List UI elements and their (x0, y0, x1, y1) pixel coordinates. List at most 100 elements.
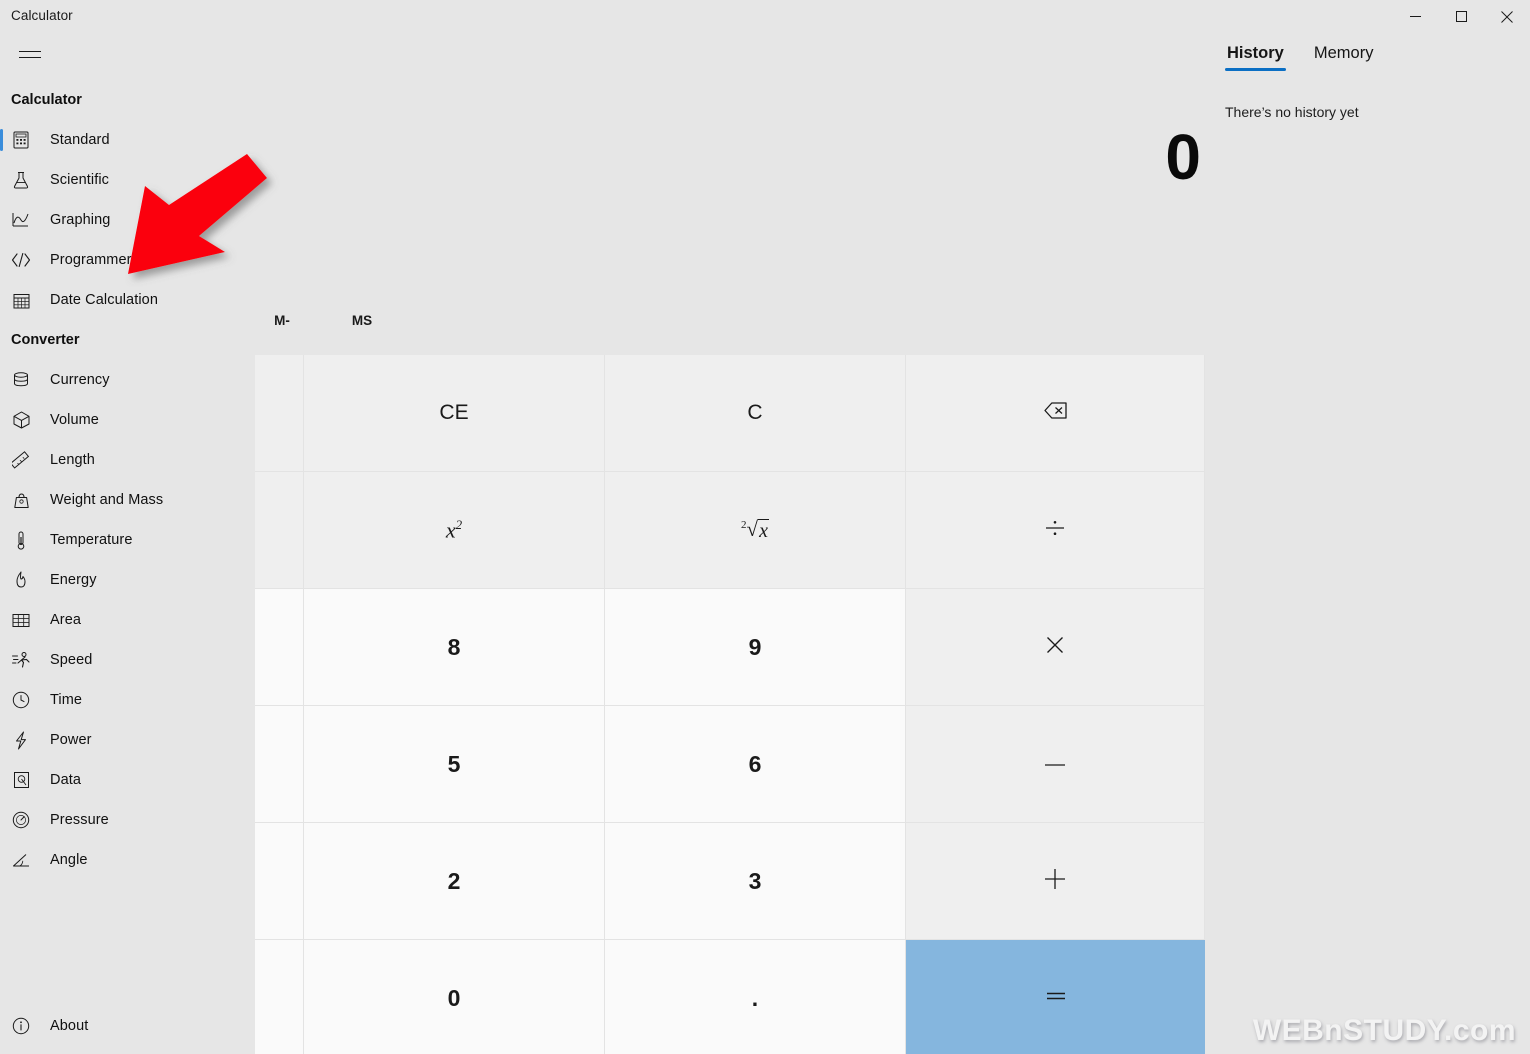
multiply-button[interactable] (906, 589, 1205, 706)
sidebar-item-speed[interactable]: Speed (0, 640, 255, 680)
square-button[interactable]: x2 (304, 472, 605, 589)
digit-2-button[interactable]: 2 (304, 823, 605, 940)
flask-icon (11, 170, 31, 190)
minimize-button[interactable] (1392, 0, 1438, 33)
plus-icon (1044, 868, 1066, 895)
minus-icon (1044, 755, 1066, 773)
keypad-grid: CE C x2 2 √ x 8 9 5 6 2 3 0 . (255, 355, 1205, 1054)
partial-button-row3[interactable] (255, 589, 304, 706)
backspace-button[interactable] (906, 355, 1205, 472)
sidebar-item-scientific[interactable]: Scientific (0, 160, 255, 200)
sidebar-item-weight-and-mass[interactable]: Weight and Mass (0, 480, 255, 520)
sidebar-item-label: Angle (50, 852, 88, 868)
sidebar-item-about[interactable]: About (0, 1006, 255, 1046)
subtract-button[interactable] (906, 706, 1205, 823)
sidebar-item-label: Programmer (50, 252, 132, 268)
gauge-icon (11, 810, 31, 830)
history-empty-message: There’s no history yet (1225, 104, 1359, 120)
sidebar-item-data[interactable]: Data (0, 760, 255, 800)
info-icon (11, 1016, 31, 1036)
sidebar-item-label: Area (50, 612, 82, 628)
sidebar-item-angle[interactable]: Angle (0, 840, 255, 880)
selection-indicator (0, 129, 3, 151)
divide-button[interactable] (906, 472, 1205, 589)
flame-icon (11, 570, 31, 590)
sidebar-item-label: Length (50, 452, 95, 468)
digit-6-label: 6 (748, 750, 762, 777)
calculator-icon (11, 130, 31, 150)
thermometer-icon (11, 530, 31, 550)
equals-button[interactable] (906, 940, 1205, 1054)
clear-entry-button[interactable]: CE (304, 355, 605, 472)
sidebar-item-temperature[interactable]: Temperature (0, 520, 255, 560)
panel-tabs: History Memory (1225, 40, 1375, 73)
equals-icon (1045, 989, 1067, 1008)
tab-history[interactable]: History (1225, 40, 1286, 73)
digit-0-button[interactable]: 0 (304, 940, 605, 1054)
memory-store-button[interactable]: MS (325, 298, 399, 342)
sidebar-item-label: Pressure (50, 812, 109, 828)
angle-icon (11, 850, 31, 870)
clear-entry-label: CE (439, 401, 469, 424)
sidebar-item-pressure[interactable]: Pressure (0, 800, 255, 840)
runner-icon (11, 650, 31, 670)
sidebar-item-programmer[interactable]: Programmer (0, 240, 255, 280)
sidebar-item-energy[interactable]: Energy (0, 560, 255, 600)
digit-9-button[interactable]: 9 (605, 589, 906, 706)
sidebar-item-graphing[interactable]: Graphing (0, 200, 255, 240)
grid-icon (11, 610, 31, 630)
sidebar-item-power[interactable]: Power (0, 720, 255, 760)
sidebar-item-label: Graphing (50, 212, 111, 228)
nav-section-header-calculator: Calculator (11, 92, 82, 108)
partial-button-row5[interactable] (255, 823, 304, 940)
digit-5-button[interactable]: 5 (304, 706, 605, 823)
bolt-icon (11, 730, 31, 750)
close-icon (1501, 10, 1513, 23)
sidebar-item-label: About (50, 1018, 89, 1034)
graph-icon (11, 210, 31, 230)
sidebar-item-standard[interactable]: Standard (0, 120, 255, 160)
tab-memory[interactable]: Memory (1312, 40, 1376, 73)
digit-9-label: 9 (748, 633, 762, 660)
add-button[interactable] (906, 823, 1205, 940)
hamburger-icon (19, 46, 41, 63)
menu-button[interactable] (8, 38, 52, 70)
partial-button-row2[interactable] (255, 472, 304, 589)
sidebar-item-date-calculation[interactable]: Date Calculation (0, 280, 255, 320)
digit-8-button[interactable]: 8 (304, 589, 605, 706)
sidebar-item-label: Power (50, 732, 92, 748)
sidebar-item-label: Volume (50, 412, 99, 428)
divide-icon (1043, 516, 1067, 545)
weight-icon (11, 490, 31, 510)
sidebar-item-label: Currency (50, 372, 110, 388)
square-root-button[interactable]: 2 √ x (605, 472, 906, 589)
sidebar-item-label: Data (50, 772, 82, 788)
sidebar-item-label: Time (50, 692, 83, 708)
watermark: WEBnSTUDY.com (1252, 1014, 1516, 1047)
digit-3-button[interactable]: 3 (605, 823, 906, 940)
digit-6-button[interactable]: 6 (605, 706, 906, 823)
sidebar-item-area[interactable]: Area (0, 600, 255, 640)
sidebar-item-volume[interactable]: Volume (0, 400, 255, 440)
sidebar-item-length[interactable]: Length (0, 440, 255, 480)
partial-button-row4[interactable] (255, 706, 304, 823)
close-button[interactable] (1484, 0, 1530, 33)
partial-button-row1[interactable] (255, 355, 304, 472)
digit-5-label: 5 (447, 750, 461, 777)
window-controls (1392, 0, 1530, 33)
sidebar: Calculator Standard Scientific Graphing … (0, 80, 255, 1054)
maximize-button[interactable] (1438, 0, 1484, 33)
decimal-point-button[interactable]: . (605, 940, 906, 1054)
sidebar-item-label: Speed (50, 652, 93, 668)
sidebar-item-label: Energy (50, 572, 97, 588)
multiply-icon (1045, 635, 1065, 660)
partial-button-row6[interactable] (255, 940, 304, 1054)
sidebar-item-label: Temperature (50, 532, 133, 548)
sidebar-item-time[interactable]: Time (0, 680, 255, 720)
sidebar-item-label: Date Calculation (50, 292, 158, 308)
sidebar-item-currency[interactable]: Currency (0, 360, 255, 400)
clear-button[interactable]: C (605, 355, 906, 472)
memory-button-row: M- MS (255, 298, 1215, 354)
minimize-icon (1409, 16, 1421, 17)
memory-subtract-button[interactable]: M- (245, 298, 319, 342)
